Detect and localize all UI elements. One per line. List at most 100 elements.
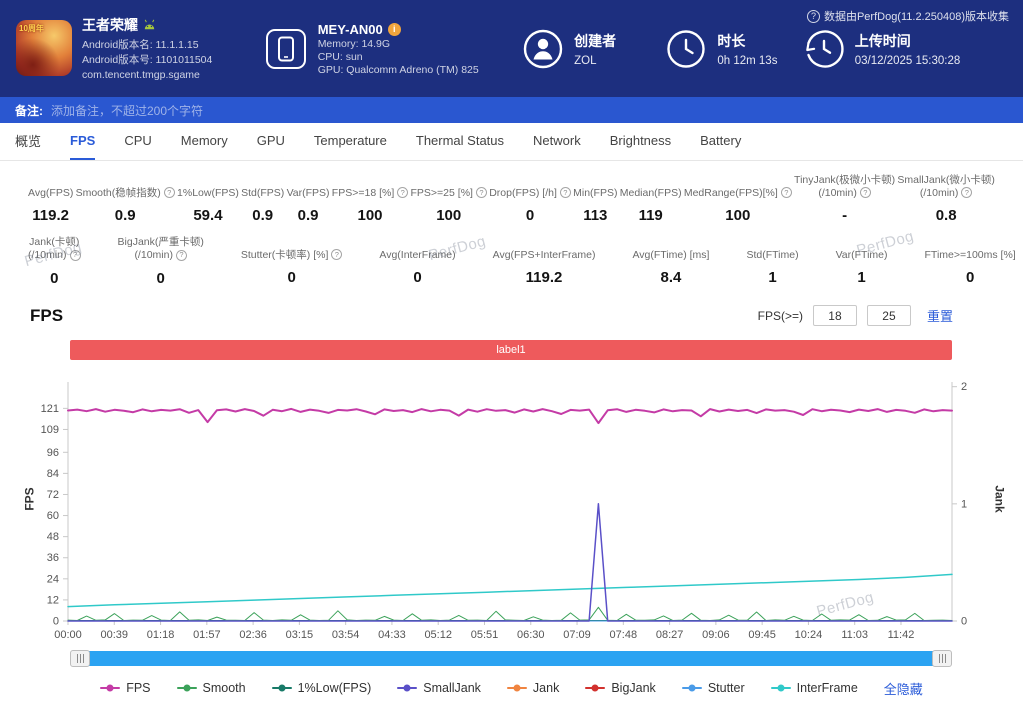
tab-Temperature[interactable]: Temperature: [314, 123, 387, 160]
stat-value: 119: [639, 207, 663, 224]
legend-Stutter[interactable]: Stutter: [682, 681, 745, 695]
chart-legend: FPS Smooth 1%Low(FPS) SmallJank Jank BigJank S…: [0, 679, 1023, 698]
left-tick-label: 84: [47, 467, 59, 479]
clock-icon: [666, 29, 706, 69]
legend-InterFrame[interactable]: InterFrame: [771, 681, 858, 695]
android-icon: [143, 15, 156, 37]
legend-label: BigJank: [611, 681, 655, 695]
series-line-SmallJank: [68, 503, 952, 620]
duration-label: 时长: [717, 31, 777, 51]
legend-SmallJank[interactable]: SmallJank: [397, 681, 481, 695]
scrollbar-left-handle[interactable]: [70, 650, 90, 667]
tab-GPU[interactable]: GPU: [257, 123, 285, 160]
fps-threshold-input-2[interactable]: [867, 305, 911, 326]
stat-value: 100: [725, 207, 750, 224]
x-tick-label: 00:39: [101, 629, 129, 641]
stat-value: 0.9: [298, 207, 319, 224]
left-tick-label: 48: [47, 531, 59, 543]
tab-Brightness[interactable]: Brightness: [610, 123, 671, 160]
right-axis-title: Jank: [992, 485, 1006, 512]
note-label: 备注:: [15, 102, 43, 119]
tab-bar: 概览 FPS CPU Memory GPU Temperature Thermal Stat…: [0, 123, 1023, 161]
stat-Std(FPS): Std(FPS)0.9: [241, 174, 284, 224]
hide-all-link[interactable]: 全隐藏: [884, 679, 923, 698]
device-info-icon[interactable]: i: [388, 23, 401, 36]
stat-value: 0.9: [252, 207, 273, 224]
info-icon[interactable]: ?: [331, 249, 342, 260]
chart-scrollbar[interactable]: [70, 650, 952, 667]
stat-Jank(卡顿): Jank(卡顿)(/10min)?0: [28, 236, 81, 286]
scrollbar-right-handle[interactable]: [932, 650, 952, 667]
fps-section-title: FPS: [30, 306, 63, 326]
x-tick-label: 10:24: [795, 629, 823, 641]
note-bar[interactable]: 备注: 添加备注，不超过200个字符: [0, 97, 1023, 123]
stat-Var(FPS): Var(FPS)0.9: [287, 174, 330, 224]
stat-value: 0.8: [936, 207, 957, 224]
tab-FPS[interactable]: FPS: [70, 123, 95, 160]
legend-label: InterFrame: [797, 681, 858, 695]
info-icon[interactable]: ?: [476, 187, 487, 198]
stat-TinyJank(极微小卡顿): TinyJank(极微小卡顿)(/10min)?-: [794, 174, 895, 224]
tab-Battery[interactable]: Battery: [700, 123, 741, 160]
note-placeholder: 添加备注，不超过200个字符: [51, 102, 203, 119]
stat-label: Smooth(稳帧指数)?: [76, 174, 175, 200]
chart-label-bar[interactable]: label1: [70, 340, 952, 360]
stat-Std(FTime): Std(FTime) 1: [746, 236, 798, 286]
info-icon[interactable]: ?: [176, 250, 187, 261]
tab-Thermal Status[interactable]: Thermal Status: [416, 123, 504, 160]
stat-label: FPS>=25 [%]?: [411, 174, 487, 200]
stat-value: 113: [583, 207, 607, 224]
x-tick-label: 03:54: [332, 629, 360, 641]
info-icon[interactable]: ?: [70, 250, 81, 261]
game-badge: 10周年: [19, 23, 44, 34]
tab-Network[interactable]: Network: [533, 123, 581, 160]
stats-row-1: Avg(FPS)119.2Smooth(稳帧指数)?0.91%Low(FPS)5…: [0, 174, 1023, 224]
chart-label-text: label1: [496, 344, 525, 356]
app-title: 王者荣耀: [82, 16, 138, 35]
tab-Memory[interactable]: Memory: [181, 123, 228, 160]
stat-Stutter(卡顿率) [%]: Stutter(卡顿率) [%]?0: [241, 236, 343, 286]
x-tick-label: 05:12: [424, 629, 452, 641]
series-line-FPS: [68, 408, 952, 422]
left-tick-label: 96: [47, 446, 59, 458]
chart-canvas[interactable]: 0122436486072849610912101200:0000:3901:1…: [0, 374, 1023, 646]
stat-label: Median(FPS): [620, 174, 682, 200]
info-icon[interactable]: ?: [860, 187, 871, 198]
stat-label: Std(FTime): [746, 236, 798, 262]
stat-Var(FTime): Var(FTime)1: [836, 236, 888, 286]
info-icon[interactable]: ?: [961, 187, 972, 198]
info-icon[interactable]: ?: [781, 187, 792, 198]
stat-label: MedRange(FPS)[%]?: [684, 174, 792, 200]
x-tick-label: 01:18: [147, 629, 175, 641]
stat-Median(FPS): Median(FPS) 119: [620, 174, 682, 224]
legend-FPS[interactable]: FPS: [100, 681, 150, 695]
stat-SmallJank(微小卡顿): SmallJank(微小卡顿)(/10min)? 0.8: [897, 174, 994, 224]
stat-1%Low(FPS): 1%Low(FPS)59.4: [177, 174, 239, 224]
legend-BigJank[interactable]: BigJank: [585, 681, 655, 695]
info-icon[interactable]: ?: [164, 187, 175, 198]
scrollbar-track[interactable]: [79, 651, 943, 666]
info-icon[interactable]: ?: [560, 187, 571, 198]
stat-value: 1: [768, 269, 776, 286]
stat-Smooth(稳帧指数): Smooth(稳帧指数)?0.9: [76, 174, 175, 224]
tab-概览[interactable]: 概览: [15, 123, 41, 160]
legend-1%Low(FPS)[interactable]: 1%Low(FPS): [272, 681, 372, 695]
info-icon[interactable]: ?: [397, 187, 408, 198]
stat-label: Jank(卡顿)(/10min)?: [28, 236, 81, 262]
stat-label: SmallJank(微小卡顿)(/10min)?: [897, 174, 994, 200]
reset-link[interactable]: 重置: [927, 306, 953, 325]
stats-row-2: Jank(卡顿)(/10min)?0BigJank(严重卡顿)(/10min)?…: [0, 236, 1023, 286]
legend-marker-icon: [177, 687, 197, 690]
question-icon[interactable]: ?: [807, 10, 820, 23]
package-name: com.tencent.tmgp.sgame: [82, 68, 212, 82]
legend-Jank[interactable]: Jank: [507, 681, 559, 695]
fps-chart[interactable]: FPS Jank 0122436486072849610912101200:00…: [0, 374, 1023, 646]
tab-CPU[interactable]: CPU: [124, 123, 151, 160]
stat-value: -: [842, 207, 847, 224]
stat-Avg(FTime) [ms]: Avg(FTime) [ms]8.4: [632, 236, 709, 286]
stat-Min(FPS): Min(FPS)113: [573, 174, 617, 224]
legend-Smooth[interactable]: Smooth: [177, 681, 246, 695]
upload-time-icon: [804, 29, 844, 69]
duration-value: 0h 12m 13s: [717, 55, 777, 67]
fps-threshold-input-1[interactable]: [813, 305, 857, 326]
